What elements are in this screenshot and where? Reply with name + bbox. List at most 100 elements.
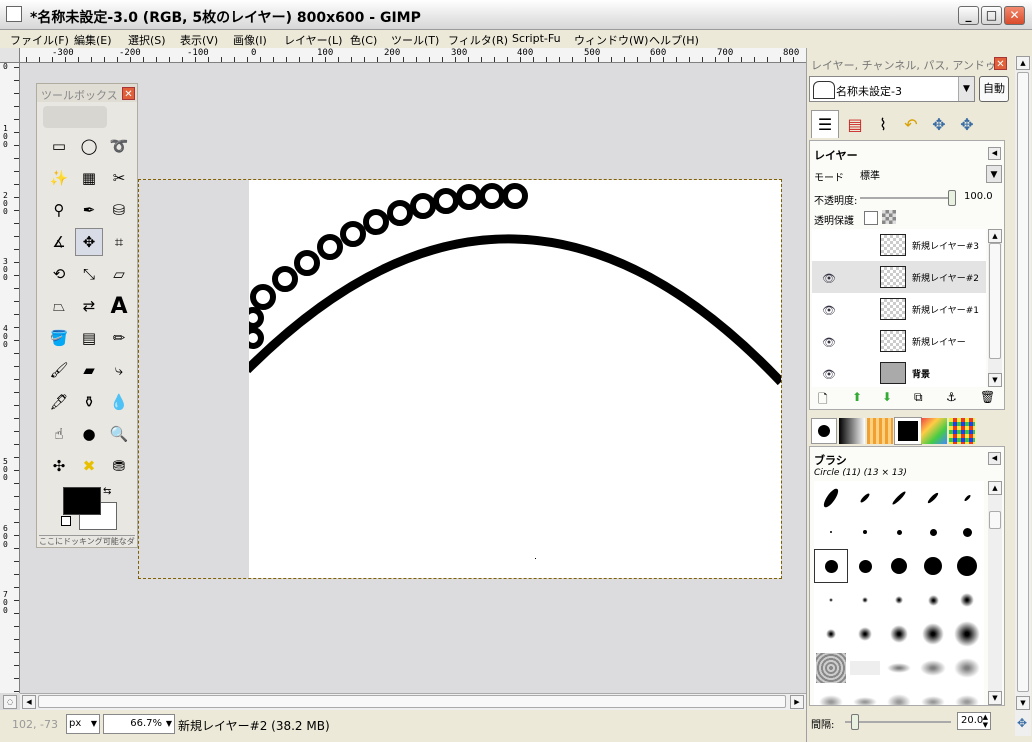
bucket-fill-icon[interactable]: 🪣 [45,324,73,352]
scroll-thumb[interactable] [989,243,1001,359]
menu-image[interactable]: 画像(I) [233,32,267,48]
menu-select[interactable]: 選択(S) [128,32,166,48]
zoom-select[interactable]: 66.7% ▼ [103,714,175,734]
ellipse-select-icon[interactable]: ◯ [75,132,103,160]
blur-icon[interactable]: 💧 [105,388,133,416]
brush-cell[interactable] [848,685,882,705]
foreground-select-icon[interactable]: ⚲ [45,196,73,224]
brush-cell[interactable] [848,583,882,617]
brush-cell[interactable] [950,549,984,583]
horizontal-ruler[interactable]: -300 -200 -100 0 100 200 300 400 500 600… [20,48,806,63]
opacity-slider-handle[interactable] [948,190,956,206]
navigate-icon[interactable]: ✥ [1017,716,1027,730]
brush-cell[interactable] [848,481,882,515]
layer-row[interactable]: 👁 新規レイヤー [812,325,986,357]
text-tool-icon[interactable]: A [105,292,133,320]
clone-icon[interactable]: ⚱ [75,388,103,416]
opacity-slider[interactable] [860,190,956,206]
brush-cell[interactable] [916,549,950,583]
layer-row[interactable]: 新規レイヤー#3 [812,229,986,261]
spacing-slider-handle[interactable] [851,714,859,730]
chevron-down-icon[interactable]: ▼ [958,77,974,101]
scroll-down-icon[interactable]: ▼ [988,373,1002,387]
airbrush-icon[interactable]: ⤷ [105,356,133,384]
smudge-icon[interactable]: ☝ [45,420,73,448]
scroll-thumb[interactable] [989,511,1001,529]
scroll-up-icon[interactable]: ▲ [1016,56,1030,70]
tab-undo[interactable]: ↶ [897,110,925,138]
eye-icon[interactable]: 👁 [822,368,836,381]
brush-cell[interactable] [848,515,882,549]
scroll-thumb[interactable] [38,695,786,708]
brush-cell[interactable] [950,651,984,685]
brush-cell[interactable] [950,481,984,515]
eraser-icon[interactable]: ▰ [75,356,103,384]
brush-cell[interactable] [848,651,882,685]
rect-select-icon[interactable]: ▭ [45,132,73,160]
brush-cell[interactable] [882,685,916,705]
auto-button[interactable]: 自動 [979,76,1009,102]
spacing-slider[interactable] [845,714,951,730]
toolbox-close-icon[interactable]: ✕ [122,87,135,100]
layer-row[interactable]: 👁 背景 [812,357,986,387]
free-select-icon[interactable]: ➰ [105,132,133,160]
gimp-app-icon[interactable] [6,6,22,22]
panel-menu-icon[interactable]: ◀ [988,147,1001,160]
menu-filters[interactable]: フィルタ(R) [448,32,508,48]
ink-icon[interactable]: 🖋 [45,388,73,416]
brush-cell[interactable] [814,481,848,515]
menu-layer[interactable]: レイヤー(L) [284,32,342,48]
brush-cell[interactable] [950,583,984,617]
menu-script-fu[interactable]: Script-Fu [512,32,561,45]
brush-grid-scrollbar[interactable]: ▲ ▼ [988,481,1002,705]
brush-cell[interactable] [814,685,848,705]
brush-cell[interactable] [882,617,916,651]
navigation-corner[interactable]: ◌ [0,693,20,710]
maximize-button[interactable]: □ [981,6,1002,25]
brush-cell[interactable] [814,583,848,617]
pencil-icon[interactable]: ✏ [105,324,133,352]
scroll-down-icon[interactable]: ▼ [1016,696,1030,710]
foreground-color-swatch[interactable] [63,487,101,515]
lock-alpha-checkbox[interactable] [864,211,878,225]
brush-cell[interactable] [848,617,882,651]
tab-palettes[interactable] [949,418,975,444]
perspective-clone-icon[interactable]: ⛃ [105,452,133,480]
delete-layer-icon[interactable]: 🗑 [980,390,995,404]
tab-fonts[interactable] [921,418,947,444]
scale-icon[interactable]: ⤡ [75,260,103,288]
tab-fg-bg-colors[interactable] [895,418,921,444]
brush-cell-selected[interactable] [814,549,848,583]
close-button[interactable]: ✕ [1004,6,1025,25]
brush-cell[interactable] [882,583,916,617]
brush-cell[interactable] [916,481,950,515]
scissors-icon[interactable]: ✂ [105,164,133,192]
crop-icon[interactable]: ⌗ [105,228,133,256]
brush-cell[interactable] [950,685,984,705]
scroll-thumb[interactable] [1017,72,1029,692]
image-select[interactable]: 名称未設定-3 ▼ [809,76,975,102]
anchor-layer-icon[interactable]: ⚓ [946,390,957,404]
toolbox-titlebar[interactable]: ツールボックス ✕ [37,84,137,102]
eye-icon[interactable]: 👁 [822,336,836,349]
scroll-up-icon[interactable]: ▲ [988,229,1002,243]
brush-cell[interactable] [950,617,984,651]
tab-paths[interactable]: ⌇ [869,110,897,138]
scroll-left-icon[interactable]: ◀ [22,695,36,709]
swap-colors-icon[interactable]: ⇆ [103,486,111,497]
spacing-input[interactable]: 20.0 ▲ ▼ [957,712,991,730]
menu-edit[interactable]: 編集(E) [74,32,112,48]
brush-cell[interactable] [916,685,950,705]
brush-cell[interactable] [882,481,916,515]
brush-cell[interactable] [814,515,848,549]
brush-cell[interactable] [916,583,950,617]
layer-row[interactable]: 👁 新規レイヤー#2 [812,261,986,293]
color-select-icon[interactable]: ▦ [75,164,103,192]
brush-cell[interactable] [848,549,882,583]
dock-scrollbar[interactable]: ▲ ▼ ✥ [1015,56,1031,736]
new-layer-icon[interactable]: 🗋 [818,390,828,411]
dodge-burn-icon[interactable]: ● [75,420,103,448]
tab-patterns[interactable] [867,418,893,444]
zoom-icon[interactable]: 🔍 [105,420,133,448]
brush-cell[interactable] [882,651,916,685]
